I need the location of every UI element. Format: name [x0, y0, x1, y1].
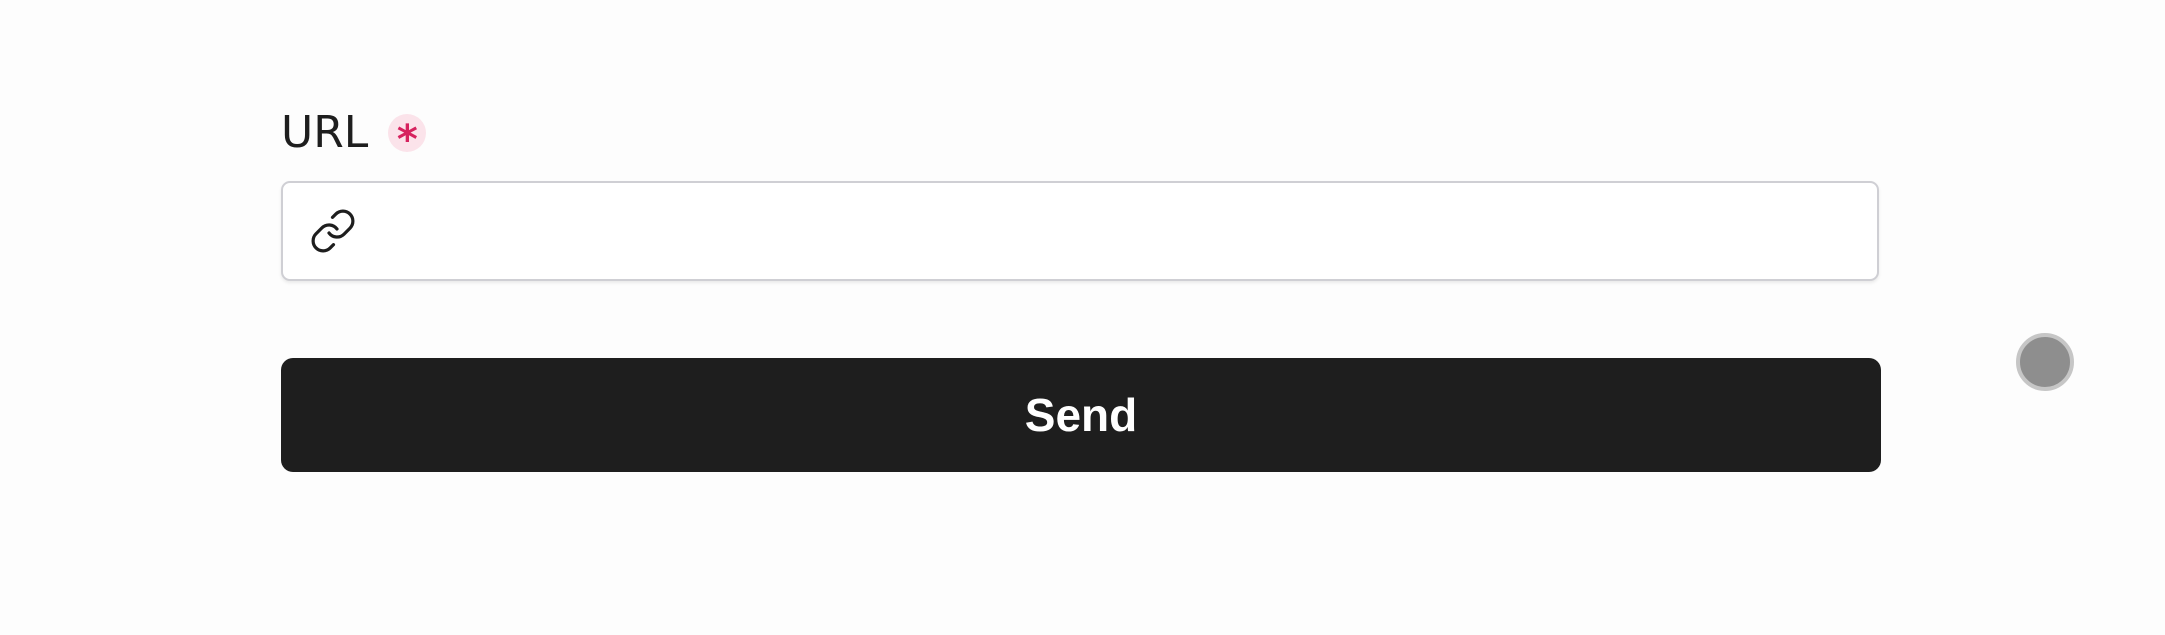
link-icon [311, 209, 355, 253]
url-label-row: URL * [281, 107, 427, 160]
url-field[interactable] [281, 181, 1879, 281]
floating-cursor-indicator [2016, 333, 2074, 391]
required-indicator: * [388, 114, 427, 160]
url-input[interactable] [357, 183, 1877, 279]
form-container: URL * Send [0, 0, 2165, 635]
required-asterisk: * [396, 117, 418, 163]
url-field-label: URL [281, 107, 369, 158]
send-button[interactable]: Send [281, 358, 1881, 472]
